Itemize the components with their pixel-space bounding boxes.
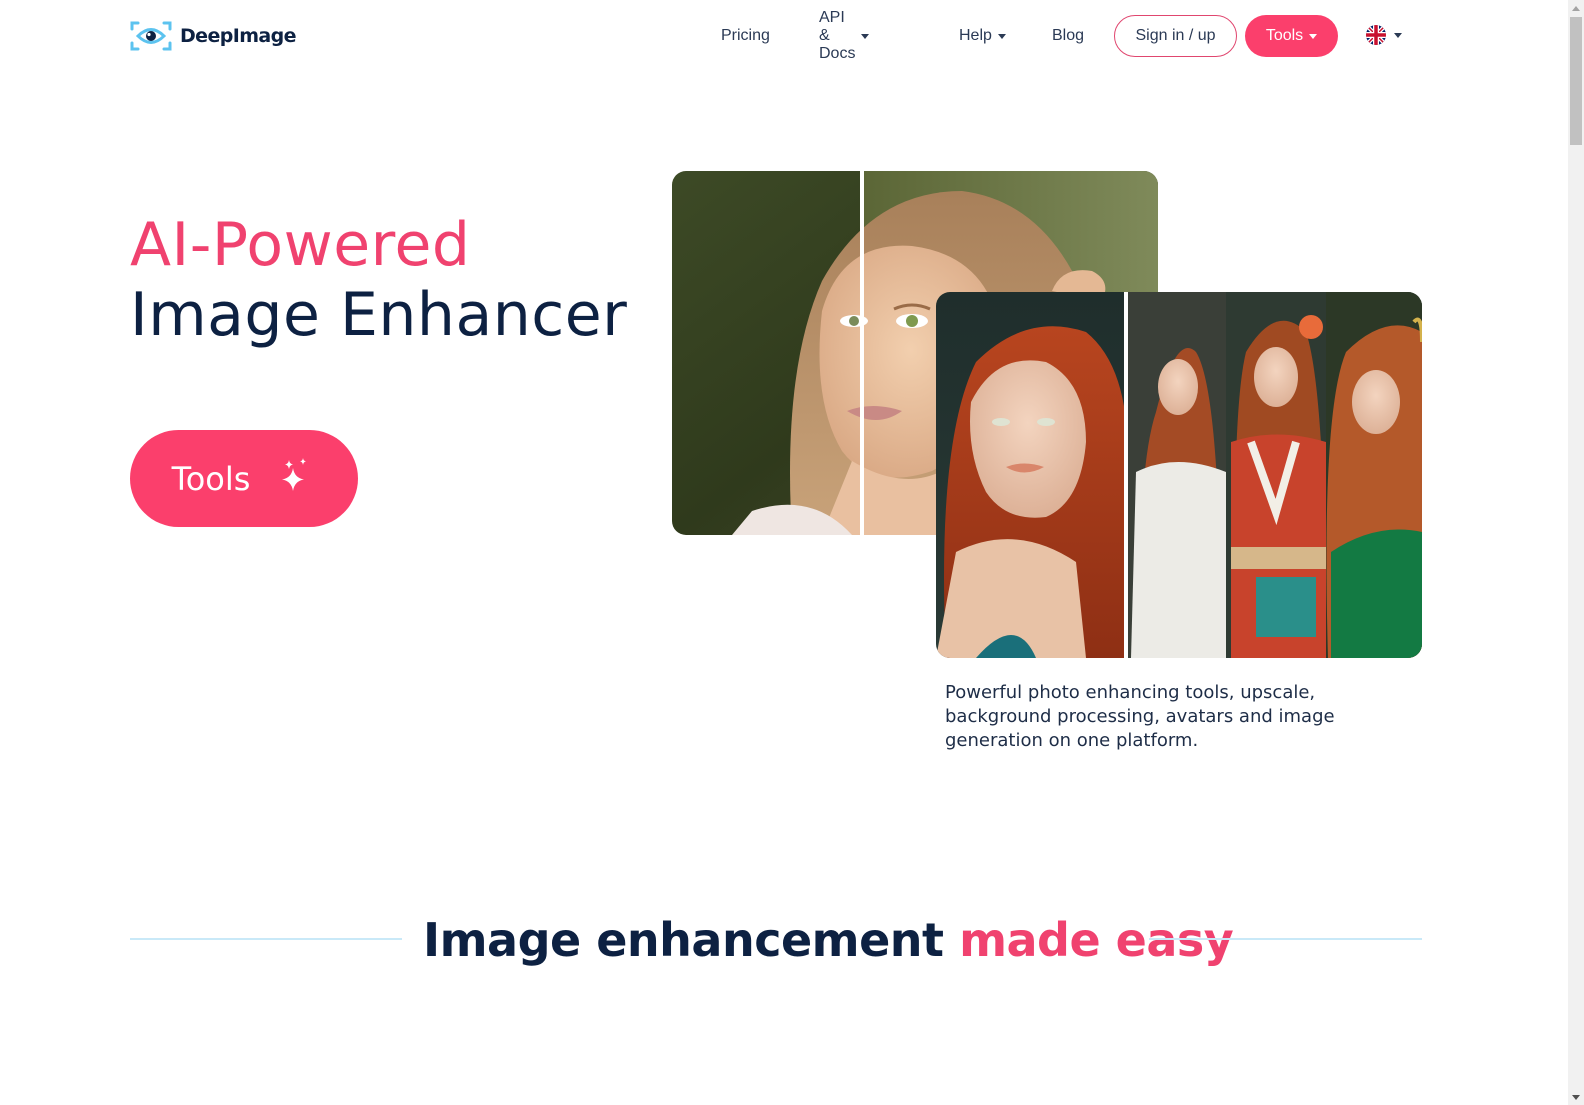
nav-help-label: Help (959, 27, 992, 44)
caret-down-icon (1309, 34, 1318, 39)
logo-text: DeepImage (180, 25, 297, 47)
scroll-down-button[interactable] (1568, 1089, 1584, 1105)
section-heading-row: Image enhancement made easy (130, 908, 1422, 972)
nav-pricing-label: Pricing (721, 27, 770, 44)
hero-description: Powerful photo enhancing tools, upscale,… (945, 682, 1335, 751)
nav-api-docs[interactable]: API & Docs (819, 9, 870, 63)
section-heading-accent: made easy (959, 913, 1234, 967)
heading-divider-right (1149, 938, 1422, 940)
hero-tools-button[interactable]: Tools (130, 430, 358, 527)
section-heading-main: Image enhancement (423, 913, 960, 967)
avatar-generation-image (936, 292, 1422, 658)
caret-down-icon (861, 34, 870, 39)
arrow-up-icon (1572, 5, 1580, 11)
nav-blog-label: Blog (1052, 27, 1085, 44)
logo-link[interactable]: DeepImage (130, 21, 297, 51)
hero-title: AI-Powered Image Enhancer (130, 210, 627, 350)
sparkles-icon (280, 457, 310, 500)
caret-down-icon (1394, 33, 1402, 38)
nav-blog[interactable]: Blog (1052, 27, 1084, 45)
caret-down-icon (997, 34, 1006, 39)
tools-nav-button[interactable]: Tools (1245, 15, 1338, 57)
hero-title-accent: AI-Powered (130, 210, 471, 280)
scrollbar-thumb[interactable] (1570, 17, 1582, 145)
sign-in-button[interactable]: Sign in / up (1114, 15, 1237, 57)
tools-nav-label: Tools (1265, 27, 1304, 44)
site-header: DeepImage Pricing API & Docs Help Blog S… (0, 0, 1568, 72)
hero-tools-label: Tools (171, 459, 251, 498)
language-selector[interactable] (1366, 25, 1402, 45)
heading-divider-left (130, 938, 402, 940)
arrow-down-icon (1572, 1094, 1580, 1100)
scroll-up-button[interactable] (1568, 0, 1584, 16)
nav-pricing[interactable]: Pricing (721, 27, 770, 45)
hero-title-main: Image Enhancer (130, 280, 628, 350)
uk-flag-icon (1366, 25, 1386, 45)
sign-in-label: Sign in / up (1135, 27, 1216, 44)
nav-help[interactable]: Help (959, 27, 1006, 45)
eye-scan-icon (130, 21, 172, 51)
section-heading: Image enhancement made easy (423, 908, 1234, 972)
page-scrollbar[interactable] (1568, 0, 1584, 1105)
nav-api-docs-label: API & Docs (819, 9, 856, 62)
